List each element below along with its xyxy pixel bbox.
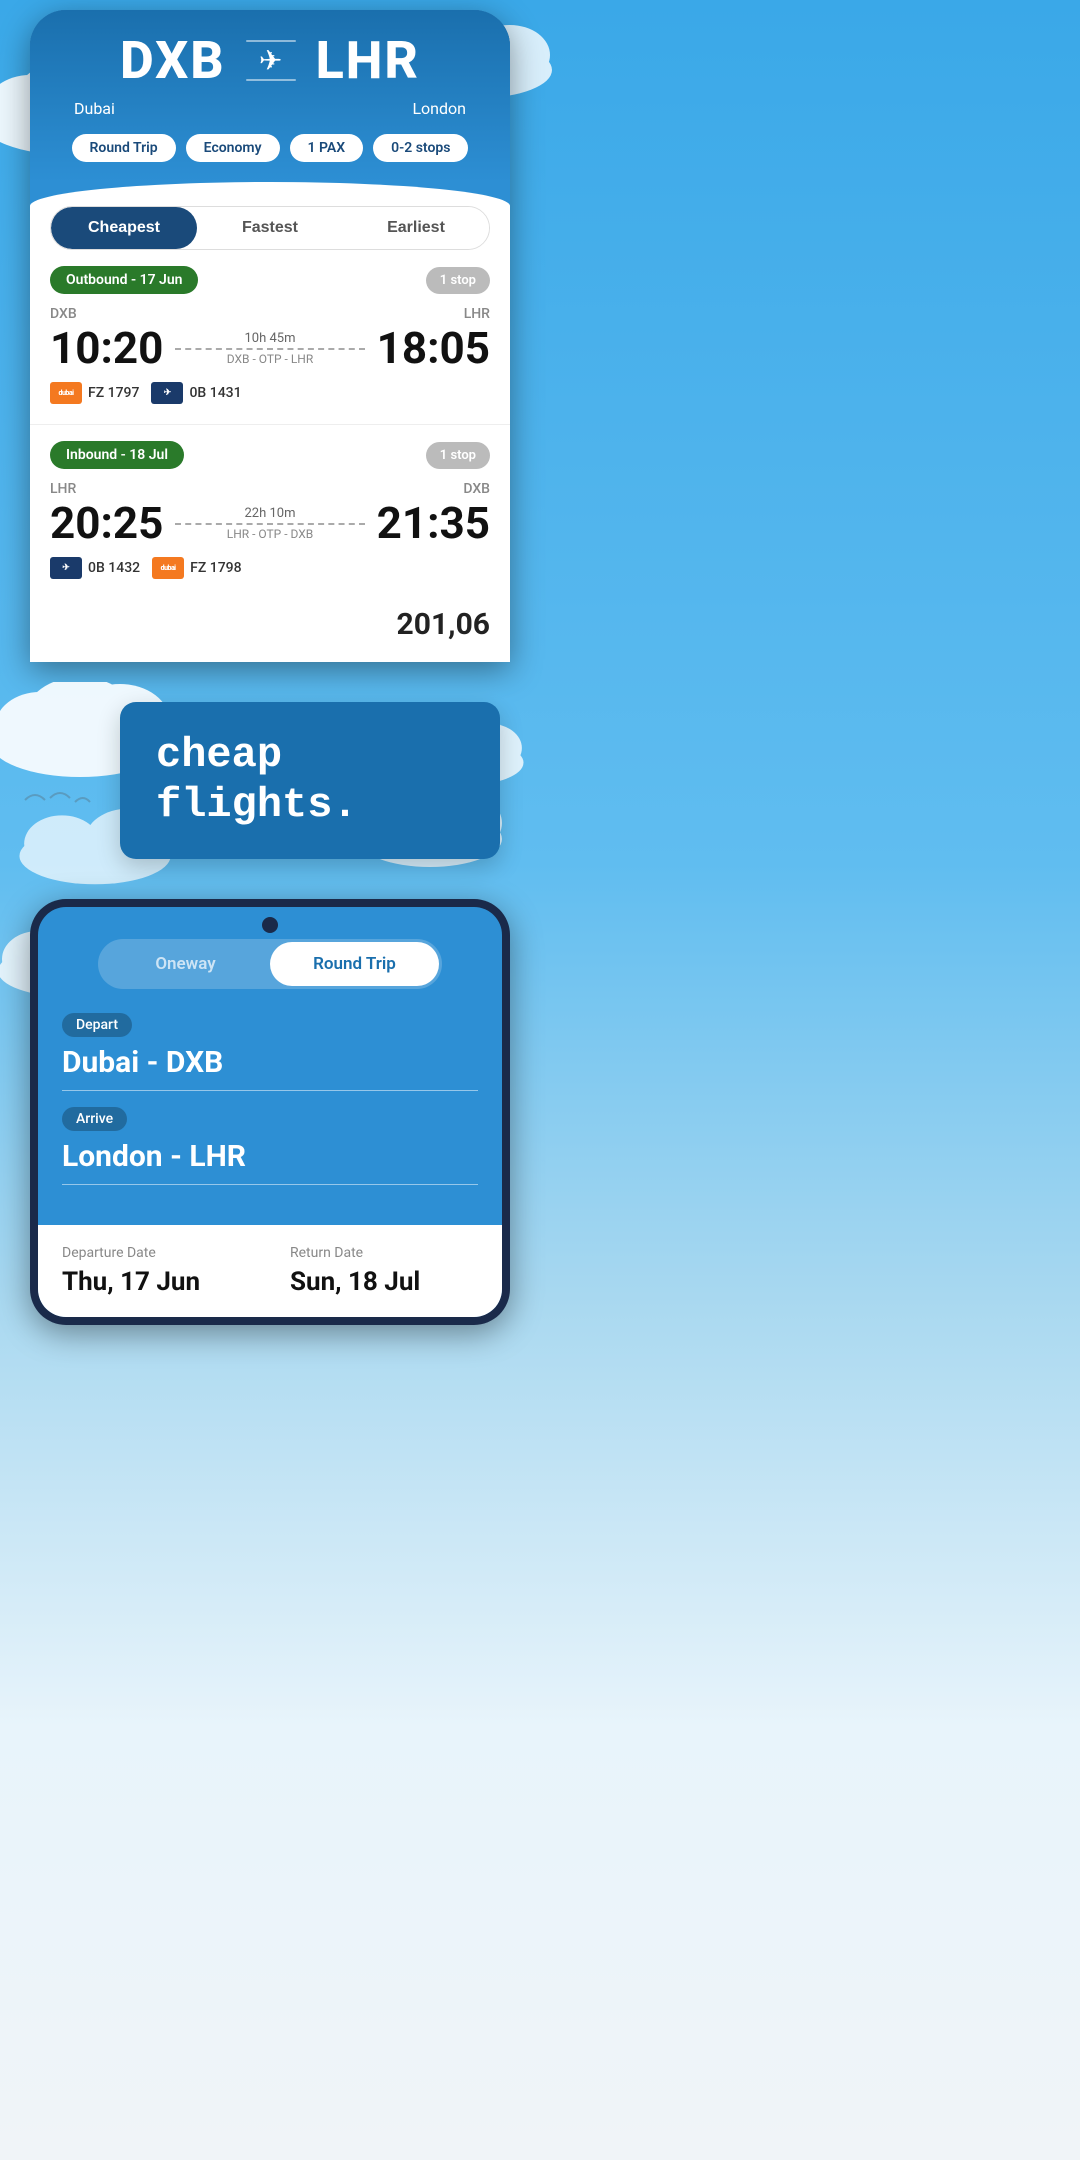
plane-icon-area: ✈ (246, 40, 296, 81)
from-code: DXB (120, 30, 226, 91)
trip-toggle[interactable]: Oneway Round Trip (98, 939, 442, 989)
depart-label: Depart (62, 1013, 132, 1037)
inbound-stops: 1 stop (426, 442, 490, 469)
outbound-stops: 1 stop (426, 267, 490, 294)
outbound-logo-1: dubai (50, 382, 82, 404)
outbound-airports: DXB LHR (50, 306, 490, 322)
phone-screen-bottom: Oneway Round Trip Depart Dubai - DXB Arr… (38, 907, 502, 1317)
outbound-route-line: 10h 45m DXB - OTP - LHR (175, 331, 364, 366)
inbound-airlines: ✈ 0B 1432 dubai FZ 1798 (50, 557, 490, 579)
section-1: DXB ✈ LHR Dubai London Round Trip (0, 0, 540, 662)
from-city: Dubai (74, 99, 115, 118)
departure-date-field[interactable]: Departure Date Thu, 17 Jun (62, 1245, 250, 1297)
middle-section: cheap flights. (0, 662, 540, 899)
to-code: LHR (316, 30, 420, 91)
depart-value[interactable]: Dubai - DXB (62, 1045, 478, 1091)
price-text: 201,06 (397, 607, 490, 642)
cabin-tag[interactable]: Economy (186, 134, 280, 162)
section-2: Oneway Round Trip Depart Dubai - DXB Arr… (0, 899, 540, 1365)
city-row: Dubai London (54, 99, 486, 118)
tab-earliest[interactable]: Earliest (343, 207, 489, 249)
segment-divider (30, 424, 510, 425)
outbound-header: Outbound - 17 Jun 1 stop (50, 266, 490, 294)
tags-row: Round Trip Economy 1 PAX 0-2 stops (54, 134, 486, 182)
cheap-flights-text: cheap flights. (156, 731, 358, 829)
outbound-airline-1: dubai FZ 1797 (50, 382, 139, 404)
inbound-depart: 20:25 (50, 501, 163, 545)
route-row: DXB ✈ LHR (54, 30, 486, 91)
inbound-flight-1: 0B 1432 (88, 560, 140, 576)
plane-icon: ✈ (259, 44, 282, 77)
outbound-duration: 10h 45m (244, 331, 295, 346)
phone-top: DXB ✈ LHR Dubai London Round Trip (30, 10, 510, 662)
tabs: Cheapest Fastest Earliest (50, 206, 490, 250)
dates-row: Departure Date Thu, 17 Jun Return Date S… (62, 1245, 478, 1297)
price-row: 201,06 (50, 599, 490, 642)
camera-notch (262, 917, 278, 933)
cheap-flights-banner: cheap flights. (120, 702, 500, 859)
outbound-arrive: 18:05 (377, 326, 490, 370)
phone-bottom: Oneway Round Trip Depart Dubai - DXB Arr… (30, 899, 510, 1325)
outbound-airlines: dubai FZ 1797 ✈ 0B 1431 (50, 382, 490, 404)
departure-date-value[interactable]: Thu, 17 Jun (62, 1267, 250, 1297)
outbound-to: LHR (464, 306, 490, 322)
pax-tag[interactable]: 1 PAX (290, 134, 364, 162)
stops-tag[interactable]: 0-2 stops (373, 134, 468, 162)
inbound-route-line: 22h 10m LHR - OTP - DXB (175, 506, 364, 541)
outbound-from: DXB (50, 306, 77, 322)
inbound-from: LHR (50, 481, 76, 497)
return-date-label: Return Date (290, 1245, 478, 1261)
outbound-flight-1: FZ 1797 (88, 385, 139, 401)
oneway-option[interactable]: Oneway (101, 942, 270, 986)
outbound-label: Outbound - 17 Jun (50, 266, 198, 294)
trip-type-tag[interactable]: Round Trip (72, 134, 176, 162)
outbound-via: DXB - OTP - LHR (227, 352, 314, 366)
flights-container: Outbound - 17 Jun 1 stop DXB LHR 10:20 1… (30, 266, 510, 662)
arrive-label: Arrive (62, 1107, 127, 1131)
tab-fastest[interactable]: Fastest (197, 207, 343, 249)
outbound-logo-2: ✈ (151, 382, 183, 404)
departure-date-label: Departure Date (62, 1245, 250, 1261)
outbound-flight-2: 0B 1431 (189, 385, 241, 401)
flight-header: DXB ✈ LHR Dubai London Round Trip (30, 10, 510, 182)
outbound-dashed (175, 348, 364, 350)
inbound-dashed (175, 523, 364, 525)
inbound-header: Inbound - 18 Jul 1 stop (50, 441, 490, 469)
search-form: Depart Dubai - DXB Arrive London - LHR (38, 1013, 502, 1225)
inbound-flight-2: FZ 1798 (190, 560, 241, 576)
outbound-times: 10:20 10h 45m DXB - OTP - LHR 18:05 (50, 326, 490, 370)
notch (38, 907, 502, 939)
inbound-via: LHR - OTP - DXB (227, 527, 314, 541)
inbound-duration: 22h 10m (244, 506, 295, 521)
to-city: London (412, 99, 466, 118)
phone-screen-top: DXB ✈ LHR Dubai London Round Trip (30, 10, 510, 662)
depart-field[interactable]: Depart Dubai - DXB (62, 1013, 478, 1091)
tab-cheapest[interactable]: Cheapest (51, 207, 197, 249)
plane-dots-top (246, 40, 296, 42)
dates-section: Departure Date Thu, 17 Jun Return Date S… (38, 1225, 502, 1317)
inbound-airports: LHR DXB (50, 481, 490, 497)
banner-container: cheap flights. (0, 702, 540, 859)
page-wrapper: DXB ✈ LHR Dubai London Round Trip (0, 0, 540, 1365)
roundtrip-option[interactable]: Round Trip (270, 942, 439, 986)
arrive-field[interactable]: Arrive London - LHR (62, 1107, 478, 1185)
inbound-arrive: 21:35 (377, 501, 490, 545)
inbound-logo-2: dubai (152, 557, 184, 579)
arrive-value[interactable]: London - LHR (62, 1139, 478, 1185)
inbound-airline-2: dubai FZ 1798 (152, 557, 241, 579)
inbound-label: Inbound - 18 Jul (50, 441, 184, 469)
tabs-container: Cheapest Fastest Earliest (30, 206, 510, 266)
plane-dots-bottom (246, 79, 296, 81)
inbound-logo-1: ✈ (50, 557, 82, 579)
inbound-airline-1: ✈ 0B 1432 (50, 557, 140, 579)
inbound-to: DXB (463, 481, 490, 497)
outbound-depart: 10:20 (50, 326, 163, 370)
outbound-airline-2: ✈ 0B 1431 (151, 382, 241, 404)
return-date-value[interactable]: Sun, 18 Jul (290, 1267, 478, 1297)
return-date-field[interactable]: Return Date Sun, 18 Jul (290, 1245, 478, 1297)
inbound-times: 20:25 22h 10m LHR - OTP - DXB 21:35 (50, 501, 490, 545)
